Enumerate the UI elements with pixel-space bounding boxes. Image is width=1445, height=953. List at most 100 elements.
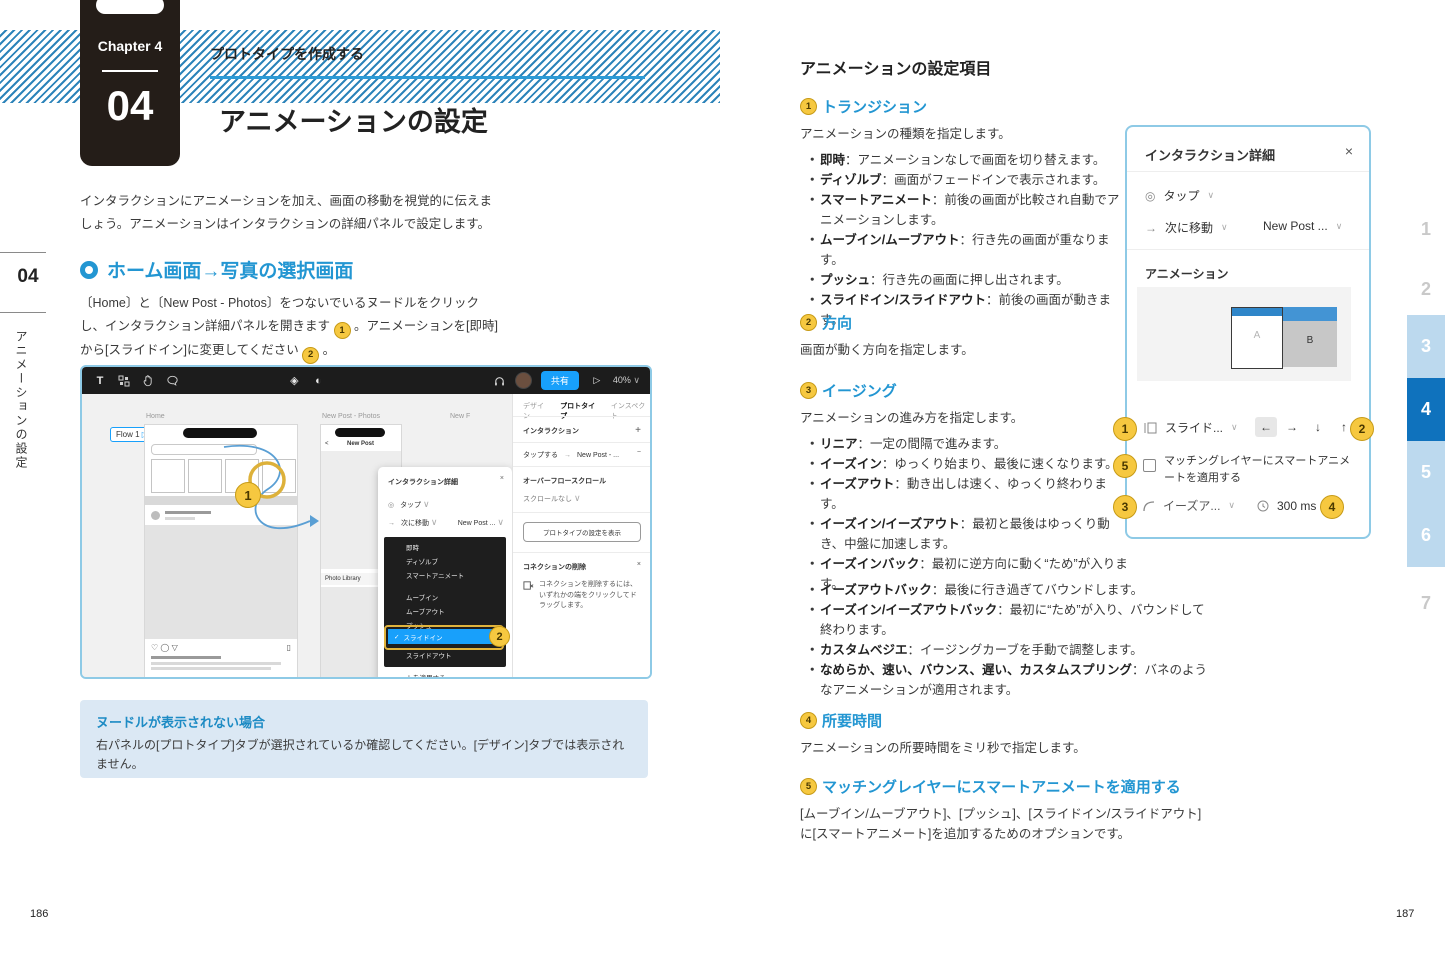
preview-window-a: A [1231, 307, 1283, 369]
zoom-level-dropdown[interactable]: 40% ∨ [613, 375, 640, 386]
section-bullet-icon [80, 261, 98, 279]
preview-window-a-titlebar [1232, 308, 1282, 316]
panel-title: インタラクション詳細 [388, 477, 458, 487]
bullet-item: イーズアウト：動き出しは速く、ゆっくり終わります。 [810, 474, 1130, 514]
trigger-row[interactable]: ◎ タップ ∨ [1145, 187, 1214, 204]
section-title-text: マッチングレイヤーにスマートアニメートを適用する [822, 776, 1181, 797]
bullet-item: プッシュ：行き先の画面に押し出されます。 [810, 270, 1128, 290]
component-icon[interactable]: ◈ [282, 374, 306, 387]
row-target: New Post - ... [577, 452, 619, 459]
post-action-icons: ♡ ◯ ▽ [151, 643, 178, 652]
chevron-down-icon: ∨ [1231, 422, 1238, 433]
hand-tool-icon[interactable] [136, 374, 160, 387]
share-button[interactable]: 共有 [541, 371, 579, 390]
target-value: New Post ... [458, 520, 496, 527]
chevron-down-icon: ∨ [1221, 222, 1228, 233]
bullet-item: なめらか、速い、バウンス、遅い、カスタムスプリング：バネのようなアニメーションが… [810, 660, 1210, 700]
overflow-dropdown[interactable]: スクロールなし ∨ [523, 493, 581, 504]
figure-badge-2: 2 [1350, 417, 1374, 441]
add-interaction-icon[interactable]: + [635, 425, 641, 436]
transition-bullet-list: 即時：アニメーションなしで画面を切り替えます。 ディゾルブ：画面がフェードインで… [810, 150, 1128, 330]
section-title-text: イージング [822, 380, 897, 401]
menu-item[interactable]: ムーブイン [406, 592, 438, 602]
tab-design[interactable]: デザイン [523, 401, 550, 421]
audio-icon[interactable] [488, 374, 512, 387]
slices-tool-icon[interactable] [112, 374, 136, 386]
section-heading: ホーム画面→写真の選択画面 [80, 256, 353, 283]
section-title-easing: 3 イージング [800, 380, 897, 401]
sidebar-divider [0, 312, 46, 313]
section-body-part3: 。 [323, 343, 336, 357]
menu-item[interactable]: 即時 [406, 542, 419, 552]
present-play-icon[interactable]: ▷ [585, 375, 609, 386]
bullet-item: ムーブイン/ムーブアウト：行き先の画面が重なります。 [810, 230, 1128, 270]
tab-inspect[interactable]: インスペクト [611, 401, 651, 421]
section-title-duration: 4 所要時間 [800, 710, 882, 731]
avatar[interactable] [515, 372, 532, 389]
section-desc: 画面が動く方向を指定します。 [800, 340, 974, 360]
callout-highlight-box [384, 625, 504, 650]
menu-item[interactable]: スライドアウト [406, 650, 452, 660]
section-desc: アニメーションの進み方を指定します。 [800, 408, 1023, 428]
right-page-heading: アニメーションの設定項目 [800, 55, 991, 79]
section-title-text: 所要時間 [822, 710, 882, 731]
direction-buttons: ← → ↓ ↑ [1255, 417, 1355, 437]
chevron-down-icon: ∨ [1228, 500, 1235, 511]
bullet-item: イーズアウトバック：最後に行き過ぎてバウンドします。 [810, 580, 1210, 600]
action-row[interactable]: → 次に移動 ∨ [388, 517, 438, 528]
section-title-transition: 1 トランジション [800, 96, 927, 117]
section-number-badge: 4 [800, 712, 817, 729]
direction-left-button[interactable]: ← [1255, 417, 1277, 437]
action-row[interactable]: → 次に移動 ∨ [1145, 219, 1228, 236]
bullet-item: リニア：一定の間隔で進みます。 [810, 434, 1130, 454]
remove-interaction-icon[interactable]: − [637, 449, 641, 456]
easing-row[interactable]: イーズア... ∨ 300 ms [1143, 497, 1316, 514]
likes-bar [151, 656, 221, 659]
trigger-row[interactable]: ◎ タップ ∨ [388, 499, 430, 510]
chapter-number: 04 [80, 82, 180, 130]
bullet-item: イーズイン：ゆっくり始まり、最後に速くなります。 [810, 454, 1130, 474]
easing-value: イーズア... [1163, 497, 1220, 514]
smart-animate-checkbox-row[interactable]: マッチングレイヤーにスマートアニメートを適用する [1143, 453, 1354, 487]
bullet-item: カスタムベジエ：イージングカーブを手動で調整します。 [810, 640, 1210, 660]
arrow-right-icon: → [388, 520, 395, 527]
sidebar-divider [0, 252, 46, 253]
transition-menu: 即時 ディゾルブ スマートアニメート ムーブイン ムーブアウト プッシュ ✓ ス… [384, 537, 506, 667]
figma-right-panel: デザイン プロトタイプ インスペクト インタラクション + タップする → Ne… [512, 394, 651, 677]
close-icon[interactable]: × [500, 475, 504, 482]
section-desc: アニメーションの所要時間をミリ秒で指定します。 [800, 738, 1086, 758]
tap-icon: ◎ [1145, 189, 1155, 203]
text-tool-icon[interactable]: T [88, 375, 112, 387]
section-desc: [ムーブイン/ムーブアウト]、[プッシュ]、[スライドイン/スライドアウト]に[… [800, 804, 1202, 844]
menu-item[interactable]: ムーブアウト [406, 606, 445, 616]
series-title: プロトタイプを作成する [210, 44, 364, 64]
chevron-down-icon: ∨ [431, 517, 438, 527]
chevron-down-icon: ∨ [497, 517, 504, 527]
close-icon[interactable]: × [637, 561, 641, 568]
easing-curve-icon [1143, 500, 1155, 512]
direction-right-button[interactable]: → [1281, 417, 1303, 437]
target-dropdown[interactable]: New Post ... ∨ [1263, 219, 1342, 233]
prototype-settings-button[interactable]: プロトタイプの設定を表示 [523, 522, 641, 542]
menu-item[interactable]: ディゾルブ [406, 556, 438, 566]
section-title-matching-layers: 5 マッチングレイヤーにスマートアニメートを適用する [800, 776, 1181, 797]
mask-icon[interactable]: ◐ [306, 375, 330, 387]
interaction-row[interactable]: タップする → New Post - ... [523, 450, 619, 460]
direction-down-button[interactable]: ↓ [1307, 417, 1329, 437]
transition-row[interactable]: スライド... ∨ [1143, 419, 1238, 436]
tab-prototype[interactable]: プロトタイプ [560, 401, 601, 421]
arrow-right-icon: → [564, 452, 571, 459]
overflow-header: オーバーフロースクロール [523, 476, 606, 486]
section-number-badge: 1 [800, 98, 817, 115]
canvas-step-badge-2: 2 [489, 626, 510, 647]
row-trigger: タップする [523, 450, 558, 460]
sidebar-vertical-title: アニメーションの設定 [13, 330, 30, 470]
section-title-text: 方向 [822, 312, 852, 333]
edge-tab-2: 2 [1407, 258, 1445, 321]
target-dropdown[interactable]: New Post ... ∨ [458, 517, 504, 528]
close-icon[interactable]: × [1345, 143, 1353, 159]
menu-item[interactable]: スマートアニメート [406, 570, 464, 580]
comment-tool-icon[interactable] [160, 374, 184, 387]
checkbox[interactable] [1143, 459, 1156, 472]
bullet-item: イーズイン/イーズアウト：最初と最後はゆっくり動き、中盤に加速します。 [810, 514, 1130, 554]
